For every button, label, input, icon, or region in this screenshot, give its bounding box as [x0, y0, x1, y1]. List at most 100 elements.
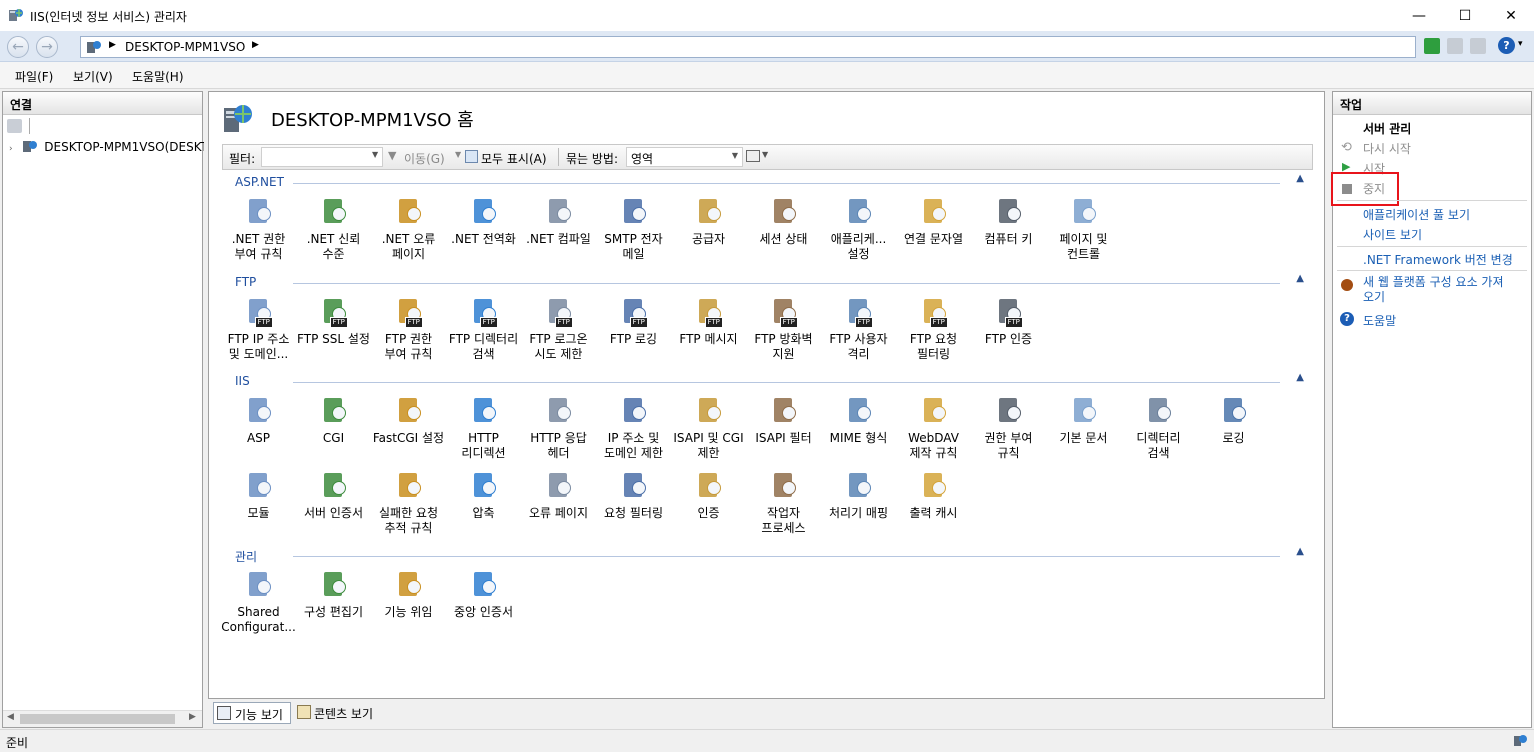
feature-item[interactable]: 연결 문자열	[896, 196, 971, 247]
go-button[interactable]: 이동(G)	[404, 150, 445, 167]
feature-item[interactable]: FTP FTP IP 주소 및 도메인...	[221, 296, 296, 362]
feature-item[interactable]: 기능 위임	[371, 569, 446, 620]
help-nav-icon[interactable]: ?	[1498, 37, 1515, 54]
group-by-select[interactable]: 영역 ▼	[626, 147, 743, 167]
feature-icon: FTP	[543, 296, 575, 328]
tree-expand-icon[interactable]: ›	[9, 144, 13, 154]
feature-item[interactable]: 로깅	[1196, 395, 1271, 446]
feature-item[interactable]: 작업자 프로세스	[746, 470, 821, 536]
connect-icon[interactable]	[7, 119, 22, 133]
horizontal-scrollbar[interactable]: ◀ ▶	[3, 710, 202, 727]
feature-item[interactable]: ASP	[221, 395, 296, 446]
feature-item[interactable]: CGI	[296, 395, 371, 446]
view-mode-icon[interactable]	[746, 150, 760, 162]
show-all-button[interactable]: 모두 표시(A)	[481, 150, 547, 167]
feature-item[interactable]: 요청 필터링	[596, 470, 671, 521]
home-icon[interactable]	[1470, 38, 1486, 54]
tab-content-view[interactable]: 콘텐츠 보기	[295, 702, 390, 724]
tree-item-server[interactable]: › DESKTOP-MPM1VSO(DESKTOP	[9, 140, 204, 154]
feature-item[interactable]: 출력 캐시	[896, 470, 971, 521]
feature-item[interactable]: FTP FTP 인증	[971, 296, 1046, 347]
feature-item[interactable]: 오류 페이지	[521, 470, 596, 521]
sites-link[interactable]: 사이트 보기	[1363, 226, 1422, 243]
feature-item[interactable]: SMTP 전자 메일	[596, 196, 671, 262]
feature-item[interactable]: HTTP 리디렉션	[446, 395, 521, 461]
feature-item[interactable]: 모듈	[221, 470, 296, 521]
address-bar[interactable]: ▶ DESKTOP-MPM1VSO ▶	[80, 36, 1416, 58]
feature-item[interactable]: FastCGI 설정	[371, 395, 446, 446]
breadcrumb-server[interactable]: DESKTOP-MPM1VSO	[125, 40, 245, 54]
feature-item[interactable]: Shared Configurat...	[221, 569, 296, 635]
feature-icon	[918, 470, 950, 502]
feature-item[interactable]: 중앙 인증서	[446, 569, 521, 620]
menu-help[interactable]: 도움말(H)	[132, 68, 184, 85]
feature-item[interactable]: FTP FTP 로깅	[596, 296, 671, 347]
feature-item[interactable]: 애플리케... 설정	[821, 196, 896, 262]
feature-item[interactable]: 디렉터리 검색	[1121, 395, 1196, 461]
feature-item[interactable]: 처리기 매핑	[821, 470, 896, 521]
go-funnel-icon[interactable]: ▼	[388, 149, 396, 162]
feature-item[interactable]: ISAPI 필터	[746, 395, 821, 446]
help-dropdown-icon[interactable]: ▾	[1518, 39, 1523, 49]
collapse-icon[interactable]: ▲	[1296, 173, 1304, 184]
collapse-icon[interactable]: ▲	[1296, 273, 1304, 284]
close-button[interactable]: ✕	[1488, 0, 1534, 31]
feature-item[interactable]: FTP FTP 방화벽 지원	[746, 296, 821, 362]
forward-button[interactable]: →	[36, 36, 58, 58]
feature-item[interactable]: 공급자	[671, 196, 746, 247]
maximize-button[interactable]: ☐	[1442, 0, 1488, 31]
feature-item[interactable]: FTP FTP 로그온 시도 제한	[521, 296, 596, 362]
feature-item[interactable]: IP 주소 및 도메인 제한	[596, 395, 671, 461]
feature-item[interactable]: .NET 신뢰 수준	[296, 196, 371, 262]
menu-view[interactable]: 보기(V)	[73, 68, 113, 85]
feature-item[interactable]: FTP FTP 디렉터리 검색	[446, 296, 521, 362]
scroll-right-icon[interactable]: ▶	[189, 712, 196, 722]
feature-item[interactable]: .NET 오류 페이지	[371, 196, 446, 262]
feature-item[interactable]: MIME 형식	[821, 395, 896, 446]
forward-arrow-icon: →	[41, 39, 53, 55]
feature-item[interactable]: .NET 권한 부여 규칙	[221, 196, 296, 262]
feature-item[interactable]: ISAPI 및 CGI 제한	[671, 395, 746, 461]
app-pools-link[interactable]: 애플리케이션 풀 보기	[1363, 206, 1470, 223]
filter-input[interactable]	[261, 147, 383, 167]
show-all-icon[interactable]	[465, 150, 478, 163]
feature-item[interactable]: .NET 컴파일	[521, 196, 596, 247]
feature-item[interactable]: FTP FTP 권한 부여 규칙	[371, 296, 446, 362]
help-link[interactable]: 도움말	[1363, 312, 1396, 329]
back-button[interactable]: ←	[7, 36, 29, 58]
feature-item[interactable]: FTP FTP 사용자 격리	[821, 296, 896, 362]
restart-action[interactable]: 다시 시작	[1363, 140, 1411, 157]
feature-item[interactable]: .NET 전역화	[446, 196, 521, 247]
feature-item[interactable]: 세션 상태	[746, 196, 821, 247]
refresh-icon[interactable]	[1424, 38, 1440, 54]
feature-item[interactable]: WebDAV 제작 규칙	[896, 395, 971, 461]
collapse-icon[interactable]: ▲	[1296, 372, 1304, 383]
feature-item[interactable]: HTTP 응답 헤더	[521, 395, 596, 461]
feature-item[interactable]: 실패한 요청 추적 규칙	[371, 470, 446, 536]
breadcrumb-arrow-icon[interactable]: ▶	[252, 40, 259, 50]
collapse-icon[interactable]: ▲	[1296, 546, 1304, 557]
netfx-link[interactable]: .NET Framework 버전 변경	[1363, 251, 1513, 268]
scroll-thumb[interactable]	[20, 714, 175, 724]
web-platform-link-cont[interactable]: 오기	[1363, 288, 1385, 305]
group-by-dropdown-icon[interactable]: ▼	[732, 151, 738, 160]
feature-item[interactable]: 권한 부여 규칙	[971, 395, 1046, 461]
feature-item[interactable]: 구성 편집기	[296, 569, 371, 620]
feature-item[interactable]: 컴퓨터 키	[971, 196, 1046, 247]
tab-features-view[interactable]: 기능 보기	[213, 702, 291, 724]
menu-file[interactable]: 파일(F)	[15, 68, 53, 85]
go-dropdown-icon[interactable]: ▼	[455, 150, 461, 159]
feature-item[interactable]: FTP FTP 요청 필터링	[896, 296, 971, 362]
minimize-button[interactable]: —	[1396, 0, 1442, 31]
filter-dropdown-icon[interactable]: ▼	[372, 150, 378, 159]
view-mode-dropdown-icon[interactable]: ▼	[762, 150, 768, 159]
feature-item[interactable]: 페이지 및 컨트롤	[1046, 196, 1121, 262]
stop-nav-icon[interactable]	[1447, 38, 1463, 54]
scroll-left-icon[interactable]: ◀	[7, 712, 14, 722]
feature-item[interactable]: FTP FTP 메시지	[671, 296, 746, 347]
feature-item[interactable]: 기본 문서	[1046, 395, 1121, 446]
feature-item[interactable]: 압축	[446, 470, 521, 521]
feature-item[interactable]: 서버 인증서	[296, 470, 371, 521]
feature-item[interactable]: 인증	[671, 470, 746, 521]
feature-item[interactable]: FTP FTP SSL 설정	[296, 296, 371, 347]
